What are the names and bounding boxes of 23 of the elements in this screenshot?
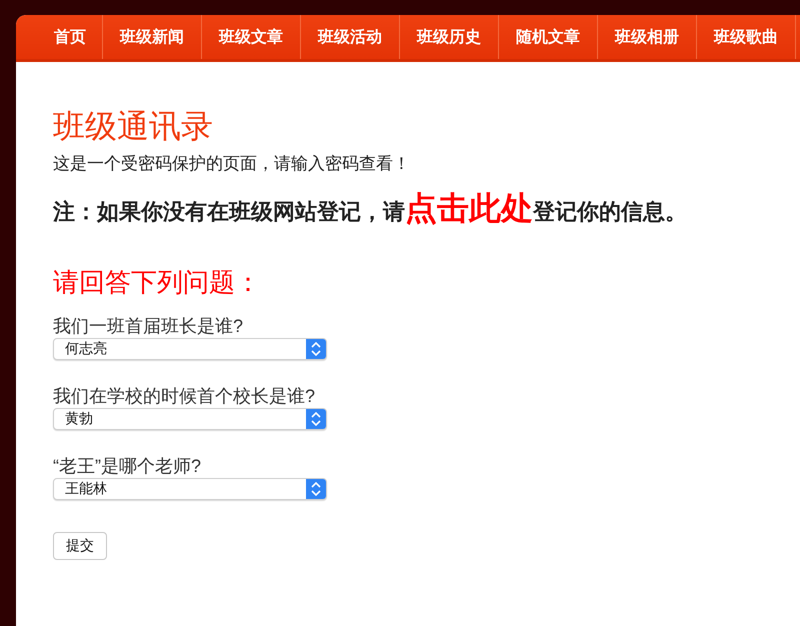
nav-link[interactable]: 班级歌曲 (697, 15, 796, 59)
stepper-icon (306, 479, 326, 499)
nav-link[interactable]: 班级历史 (400, 15, 499, 59)
stepper-icon (306, 409, 326, 429)
question-label: 我们一班首届班长是谁? (53, 315, 244, 338)
note-text: 注：如果你没有在班级网站登记，请点击此处登记你的信息。 (53, 189, 688, 228)
nav-link[interactable]: 班级新闻 (103, 15, 202, 59)
question-label: “老王”是哪个老师? (53, 455, 202, 478)
nav-link[interactable]: 随机文章 (499, 15, 598, 59)
intro-text: 这是一个受密码保护的页面，请输入密码查看！ (53, 153, 411, 175)
submit-button[interactable]: 提交 (53, 532, 107, 560)
question-label: 我们在学校的时候首个校长是谁? (53, 385, 316, 408)
stepper-icon (306, 339, 326, 359)
nav-link[interactable]: 首页 (38, 15, 103, 59)
answer-select[interactable]: 黄勃 (53, 408, 327, 430)
register-link[interactable]: 点击此处 (405, 190, 533, 226)
quiz-heading: 请回答下列问题： (53, 266, 262, 299)
nav-link[interactable]: 班级相册 (598, 15, 697, 59)
nav-link[interactable]: 班级文章 (202, 15, 301, 59)
answer-select[interactable]: 王能林 (53, 478, 327, 500)
nav-link[interactable]: 班级活动 (301, 15, 400, 59)
page-title: 班级通讯录 (53, 107, 214, 146)
answer-select[interactable]: 何志亮 (53, 338, 327, 360)
